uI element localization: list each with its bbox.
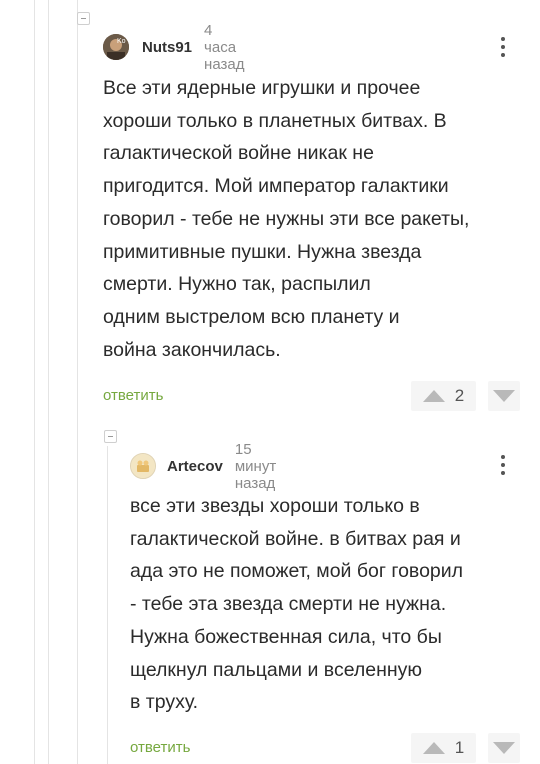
username[interactable]: Artecov — [167, 458, 223, 475]
vote-up-button[interactable]: 2 — [411, 381, 476, 411]
thread-line — [34, 0, 35, 764]
reply-link[interactable]: ответить — [130, 739, 190, 756]
reply-link[interactable]: ответить — [103, 387, 163, 404]
comment-text: все эти звезды хороши только в галактиче… — [130, 495, 464, 714]
arrow-down-icon — [493, 742, 515, 754]
more-menu-icon[interactable] — [493, 34, 513, 60]
collapse-icon[interactable] — [104, 430, 117, 443]
avatar[interactable]: Ko — [103, 34, 129, 60]
thread-line — [107, 446, 108, 764]
arrow-up-icon — [422, 742, 445, 754]
thread-line — [48, 0, 49, 764]
vote-down-button[interactable] — [488, 381, 520, 411]
vote-count: 2 — [454, 386, 465, 405]
vote-down-button[interactable] — [488, 733, 520, 763]
timestamp[interactable]: 4 часа назад — [204, 22, 244, 73]
username[interactable]: Nuts91 — [142, 39, 192, 56]
timestamp[interactable]: 15 минут назад — [235, 441, 276, 492]
vote-count: 1 — [454, 738, 465, 757]
comment-text: Все эти ядерные игрушки и прочее хороши … — [103, 77, 470, 361]
collapse-icon[interactable] — [77, 12, 90, 25]
more-menu-icon[interactable] — [493, 452, 513, 478]
thread-line — [77, 0, 78, 764]
arrow-down-icon — [493, 390, 515, 402]
comment-header: Artecov 15 минут назад — [130, 441, 276, 492]
avatar-image: Ko — [103, 34, 129, 60]
avatar-image — [131, 454, 155, 478]
vote-up-button[interactable]: 1 — [411, 733, 476, 763]
avatar-text: Ko — [117, 38, 126, 45]
avatar[interactable] — [130, 453, 156, 479]
comment-header: Ko Nuts91 4 часа назад — [103, 22, 244, 73]
arrow-up-icon — [422, 390, 445, 402]
